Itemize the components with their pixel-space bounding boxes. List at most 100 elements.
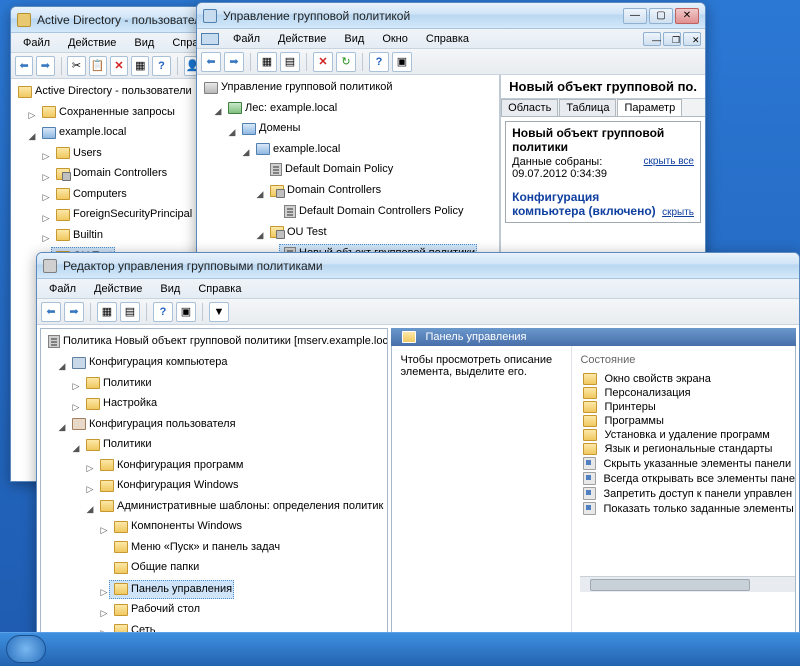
gpmc-titlebar[interactable]: Управление групповой политикой — ▢ ✕	[197, 3, 705, 29]
outest-node[interactable]: OU Test	[265, 224, 329, 241]
scroll-thumb[interactable]	[590, 579, 750, 591]
gpmc-report-body[interactable]: Новый объект групповой политики Данные с…	[501, 117, 705, 257]
forward-icon[interactable]: ➡	[224, 52, 244, 72]
help-icon[interactable]: ?	[369, 52, 389, 72]
expand-icon[interactable]: ▷	[85, 460, 95, 477]
list-item[interactable]: Персонализация	[580, 386, 795, 400]
gpmc-root-node[interactable]: Управление групповой политикой	[199, 79, 395, 96]
expand-icon[interactable]: ▷	[41, 148, 51, 165]
aduc-menu-view[interactable]: Вид	[126, 35, 162, 51]
at-ctrlpanel-node[interactable]: Панель управления	[109, 580, 234, 599]
help-icon[interactable]: ?	[153, 302, 173, 322]
back-icon[interactable]: ⬅	[15, 56, 33, 76]
tab-details[interactable]: Таблица	[559, 99, 616, 116]
filter-icon[interactable]: ▼	[209, 302, 229, 322]
comp-prefs-node[interactable]: Настройка	[81, 395, 159, 412]
list-item[interactable]: Окно свойств экрана	[580, 372, 795, 386]
ddp-node[interactable]: Default Domain Policy	[265, 161, 395, 178]
expand-icon[interactable]: ▷	[27, 107, 37, 124]
gpme-menu-action[interactable]: Действие	[86, 281, 150, 297]
expand-icon[interactable]: ▷	[99, 605, 109, 622]
fsp-node[interactable]: ForeignSecurityPrincipal	[51, 206, 194, 223]
sw-settings-node[interactable]: Конфигурация программ	[95, 457, 245, 474]
export-icon[interactable]: ▣	[176, 302, 196, 322]
expand-icon[interactable]: ▷	[71, 378, 81, 395]
domains-node[interactable]: Домены	[237, 120, 302, 137]
expand-icon[interactable]: ▷	[99, 584, 109, 601]
forest-node[interactable]: Лес: example.local	[223, 100, 339, 117]
refresh-icon[interactable]: ↻	[336, 52, 356, 72]
list-item[interactable]: Скрыть указанные элементы панели	[580, 456, 795, 471]
gpmc-menu-help[interactable]: Справка	[418, 31, 477, 47]
comp-conf-node[interactable]: Конфигурация компьютера	[67, 354, 229, 371]
at-desktop-node[interactable]: Рабочий стол	[109, 601, 202, 618]
aduc-root-node[interactable]: Active Directory - пользователи	[13, 83, 194, 100]
cut-icon[interactable]: ✂	[67, 56, 85, 76]
list-item[interactable]: Язык и региональные стандарты	[580, 442, 795, 456]
settings-column[interactable]: Состояние Окно свойств экрана Персонализ…	[572, 346, 795, 644]
delete-icon[interactable]: ✕	[110, 56, 128, 76]
properties-icon[interactable]: ▦	[131, 56, 149, 76]
win-settings-node[interactable]: Конфигурация Windows	[95, 477, 241, 494]
user-conf-node[interactable]: Конфигурация пользователя	[67, 416, 238, 433]
builtin-node[interactable]: Builtin	[51, 227, 105, 244]
tab-scope[interactable]: Область	[501, 99, 558, 116]
aduc-menu-file[interactable]: Файл	[15, 35, 58, 51]
back-icon[interactable]: ⬅	[41, 302, 61, 322]
hide-all-link[interactable]: скрыть все	[644, 156, 694, 180]
gpme-menu-help[interactable]: Справка	[190, 281, 249, 297]
copy-icon[interactable]: 📋	[89, 56, 107, 76]
at-wincomp-node[interactable]: Компоненты Windows	[109, 518, 244, 535]
collapse-icon[interactable]: ◢	[57, 358, 67, 375]
computers-node[interactable]: Computers	[51, 186, 129, 203]
collapse-icon[interactable]: ◢	[241, 144, 251, 161]
start-button[interactable]	[6, 635, 46, 663]
collapse-icon[interactable]: ◢	[213, 103, 223, 120]
help-icon[interactable]: ?	[152, 56, 170, 76]
expand-icon[interactable]: ▷	[85, 481, 95, 498]
show-scope-icon[interactable]: ▦	[97, 302, 117, 322]
list-hscrollbar[interactable]	[580, 576, 795, 592]
admin-templates-node[interactable]: Административные шаблоны: определения по…	[95, 498, 388, 515]
domain-node[interactable]: example.local	[251, 141, 342, 158]
domain-node[interactable]: example.local	[37, 124, 128, 141]
dc-ou-node[interactable]: Domain Controllers	[265, 182, 383, 199]
gpmc-menu-action[interactable]: Действие	[270, 31, 334, 47]
back-icon[interactable]: ⬅	[201, 52, 221, 72]
collapse-icon[interactable]: ◢	[85, 501, 95, 518]
aduc-titlebar[interactable]: Active Directory - пользователи и к	[11, 7, 227, 33]
show-scope-icon[interactable]: ▦	[257, 52, 277, 72]
forward-icon[interactable]: ➡	[36, 56, 54, 76]
gpme-tree-pane[interactable]: Политика Новый объект групповой политики…	[40, 328, 388, 642]
collapse-icon[interactable]: ◢	[255, 227, 265, 244]
show-result-icon[interactable]: ▤	[120, 302, 140, 322]
gpme-menu-view[interactable]: Вид	[152, 281, 188, 297]
collapse-icon[interactable]: ◢	[27, 128, 37, 145]
collapse-icon[interactable]: ◢	[71, 440, 81, 457]
gpme-menu-file[interactable]: Файл	[41, 281, 84, 297]
gpme-titlebar[interactable]: Редактор управления групповыми политикам…	[37, 253, 799, 279]
gpmc-window[interactable]: Управление групповой политикой — ▢ ✕ Фай…	[196, 2, 706, 258]
collapse-icon[interactable]: ◢	[57, 419, 67, 436]
collapse-icon[interactable]: ◢	[255, 186, 265, 203]
user-policies-node[interactable]: Политики	[81, 436, 154, 453]
show-result-icon[interactable]: ▤	[280, 52, 300, 72]
tab-settings[interactable]: Параметр	[617, 99, 682, 116]
saved-queries-node[interactable]: Сохраненные запросы	[37, 104, 177, 121]
delete-icon[interactable]: ✕	[313, 52, 333, 72]
expand-icon[interactable]: ▷	[71, 399, 81, 416]
close-button[interactable]: ✕	[675, 8, 699, 24]
expand-icon[interactable]: ▷	[41, 189, 51, 206]
dc-node[interactable]: Domain Controllers	[51, 165, 169, 182]
gpmc-menu-file[interactable]: Файл	[225, 31, 268, 47]
expand-icon[interactable]: ▷	[41, 210, 51, 227]
maximize-button[interactable]: ▢	[649, 8, 673, 24]
mdi-close-button[interactable]: ✕	[683, 32, 701, 46]
users-node[interactable]: Users	[51, 145, 104, 162]
list-item[interactable]: Принтеры	[580, 400, 795, 414]
list-item[interactable]: Запретить доступ к панели управлен	[580, 486, 795, 501]
gpmc-menu-view[interactable]: Вид	[336, 31, 372, 47]
at-shared-node[interactable]: Общие папки	[109, 559, 201, 576]
at-start-node[interactable]: Меню «Пуск» и панель задач	[109, 539, 282, 556]
list-item[interactable]: Программы	[580, 414, 795, 428]
